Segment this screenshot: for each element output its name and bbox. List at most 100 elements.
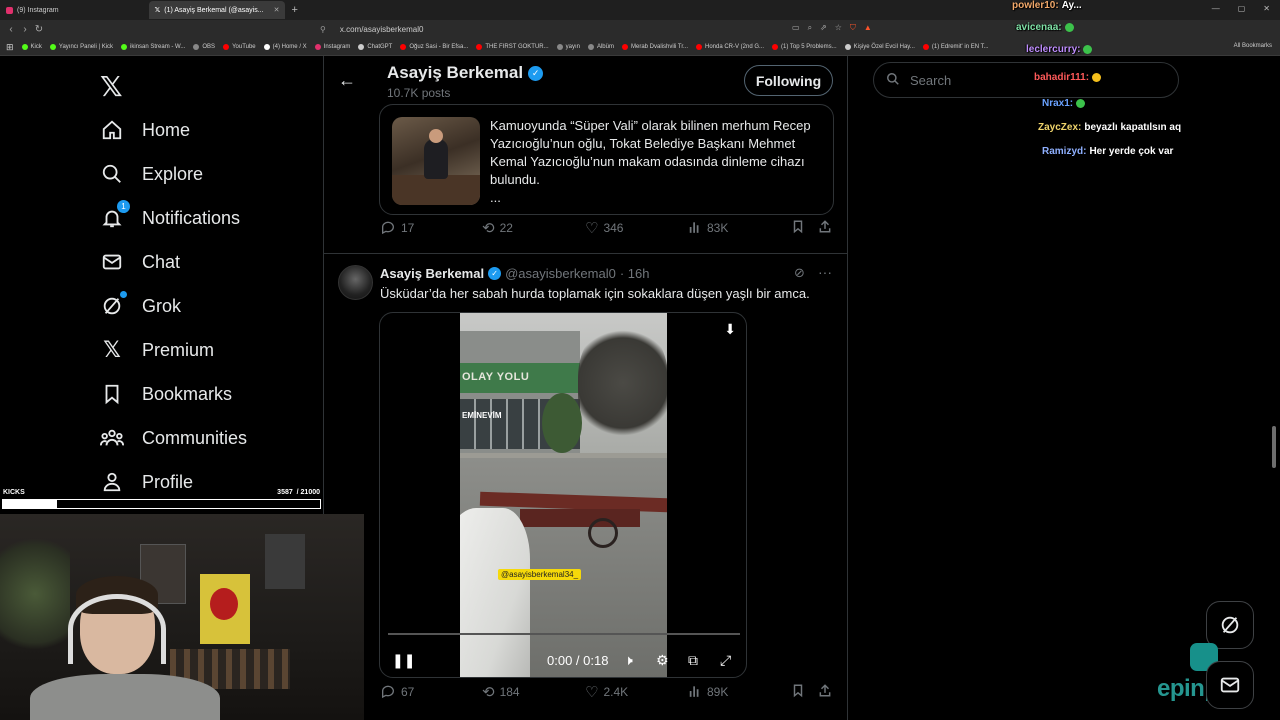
reply-button[interactable]: 17 [380,219,414,238]
bookmark-favicon-icon [193,44,200,50]
nav-grok[interactable]: Grok [100,291,181,318]
bookmark-item[interactable]: Oğuz Sasi - Bir Efsa... [400,44,468,50]
bookmark-item[interactable]: ChatGPT [358,44,392,50]
apps-grid-icon[interactable]: ⊞ [6,42,14,53]
maximize-button[interactable]: ▢ [1238,4,1246,13]
nav-bookmarks[interactable]: Bookmarks [100,382,232,406]
bookmark-item[interactable]: yayın [556,44,580,50]
new-tab-button[interactable]: + [291,4,297,16]
download-icon[interactable]: ⬇ [724,321,736,338]
bookmark-item[interactable]: THE FIRST GOKTUR... [476,44,549,50]
stream-chat-overlay: powler10: Ay... avicenaa: leclercurry: bahad… [1010,0,1230,170]
bookmark-item[interactable]: (1) Edremit' in EN T... [922,44,989,50]
tweet-handle[interactable]: @asayisberkemal0 [505,266,616,281]
mail-icon [100,250,124,274]
pip-icon[interactable]: ⧉ [688,652,698,669]
browser-tab-x[interactable]: 𝕏 (1) Asayiş Berkemal (@asayis... ✕ [148,1,286,19]
share-button[interactable] [818,683,832,701]
like-count: 2.4K [603,685,629,699]
nav-label: Communities [142,427,248,448]
share-button[interactable] [818,219,832,237]
chart-icon [688,684,702,701]
more-options-icon[interactable]: ··· [818,264,832,280]
bookmark-label: OBS [202,44,216,50]
tweet-time[interactable]: · 16h [620,266,650,281]
x-logo-icon[interactable]: 𝕏 [100,70,123,103]
tweet-author-name[interactable]: Asayiş Berkemal [380,266,484,281]
video-progress-bar[interactable] [388,633,740,635]
bookmark-item[interactable]: Yayıncı Paneli | Kick [49,44,113,50]
brave-shield-icon[interactable]: ⛉ [850,23,856,33]
nav-home[interactable]: Home [100,118,190,142]
brave-rewards-icon[interactable]: ▲ [864,23,872,33]
instagram-favicon-icon [6,6,13,14]
bookmark-button[interactable] [791,683,805,701]
bookmark-label: Kick [30,44,42,50]
column-divider [847,56,848,720]
all-bookmarks-button[interactable]: All Bookmarks [1234,43,1272,49]
pause-icon[interactable]: ❚❚ [392,652,415,669]
avatar[interactable] [338,265,373,300]
bookmark-label: (4) Home / X [272,44,307,50]
like-button[interactable]: ♡ 346 [585,219,623,237]
bookmark-item[interactable]: (4) Home / X [263,44,307,50]
video-sign-text: EMİNEVİM [462,411,502,420]
bookmark-item[interactable]: Kişiye Özel Evcil Hay... [844,44,915,50]
bookmark-item[interactable]: Instagram [314,44,351,50]
site-info-icon[interactable]: ⚲ [320,25,326,34]
close-tab-icon[interactable]: ✕ [274,6,280,14]
repost-button[interactable]: ⟲ 184 [482,683,520,701]
bookmark-item[interactable]: Albüm [587,44,614,50]
close-window-button[interactable]: ✕ [1263,4,1270,13]
tweet-text: Üsküdar’da her sabah hurda toplamak için… [380,286,810,301]
reload-icon[interactable]: ↻ [32,24,46,35]
bookmark-item[interactable]: Merab Dvalishvili Tr... [621,44,688,50]
bookmark-item[interactable]: YouTube [223,44,256,50]
browser-tab-instagram[interactable]: (9) Instagram [0,1,65,19]
forward-nav-icon[interactable]: › [18,24,32,35]
bookmark-star-icon[interactable]: ☆ [835,23,842,33]
bookmark-label: Instagram [323,44,351,50]
mute-icon[interactable]: 🕨 [624,652,633,669]
nav-explore[interactable]: Explore [100,162,203,186]
like-button[interactable]: ♡ 2.4K [585,683,628,701]
link-card[interactable]: Kamuoyunda “Süper Vali” olarak bilinen m… [379,104,834,215]
following-button[interactable]: Following [744,65,833,96]
bookmark-item[interactable]: Honda CR-V (2nd G... [696,44,764,50]
webcam-feed [0,514,364,720]
bookmark-item[interactable]: ikinsan Stream - W... [121,44,185,50]
nav-chat[interactable]: Chat [100,250,180,274]
screen-icon[interactable]: ▭ [792,23,800,33]
messages-floating-button[interactable] [1206,661,1254,709]
zoom-icon[interactable]: ⌕ [808,23,812,33]
repost-button[interactable]: ⟲ 22 [482,219,513,237]
tab-label: (9) Instagram [17,6,59,14]
search-icon [100,162,124,186]
share-icon[interactable]: ⇗ [820,23,827,33]
view-count: 89K [707,685,729,699]
bookmark-item[interactable]: OBS [193,44,215,50]
card-text: Kamuoyunda “Süper Vali” olarak bilinen m… [490,117,820,207]
views-button[interactable]: 83K [688,220,728,237]
bookmark-item[interactable]: (1) Top 5 Problems... [772,44,837,50]
grok-explain-icon[interactable]: ⊘ [794,265,805,281]
grok-floating-button[interactable] [1206,601,1254,649]
bookmark-button[interactable] [791,219,805,237]
nav-premium[interactable]: 𝕏 Premium [100,337,214,362]
view-count: 83K [707,221,729,235]
nav-communities[interactable]: Communities [100,426,247,450]
reply-button[interactable]: 67 [380,683,414,702]
chat-message: avicenaa: [1016,22,1074,33]
fullscreen-icon[interactable]: ⤢ [720,652,731,669]
repost-icon: ⟲ [482,220,495,237]
page-scrollbar[interactable] [1272,426,1276,468]
nav-notifications[interactable]: 1 Notifications [100,200,240,230]
back-nav-icon[interactable]: ‹ [4,24,18,35]
settings-gear-icon[interactable]: ⚙ [656,652,669,669]
views-button[interactable]: 89K [688,684,728,701]
back-arrow-icon[interactable]: ← [338,70,356,91]
bookmark-favicon-icon [49,44,56,50]
bookmark-item[interactable]: Kick [21,44,42,50]
bookmark-favicon-icon [21,44,28,50]
video-player[interactable]: OLAY YOLU EMİNEVİM @asayisberkemal34_ ⬇ … [379,312,747,678]
